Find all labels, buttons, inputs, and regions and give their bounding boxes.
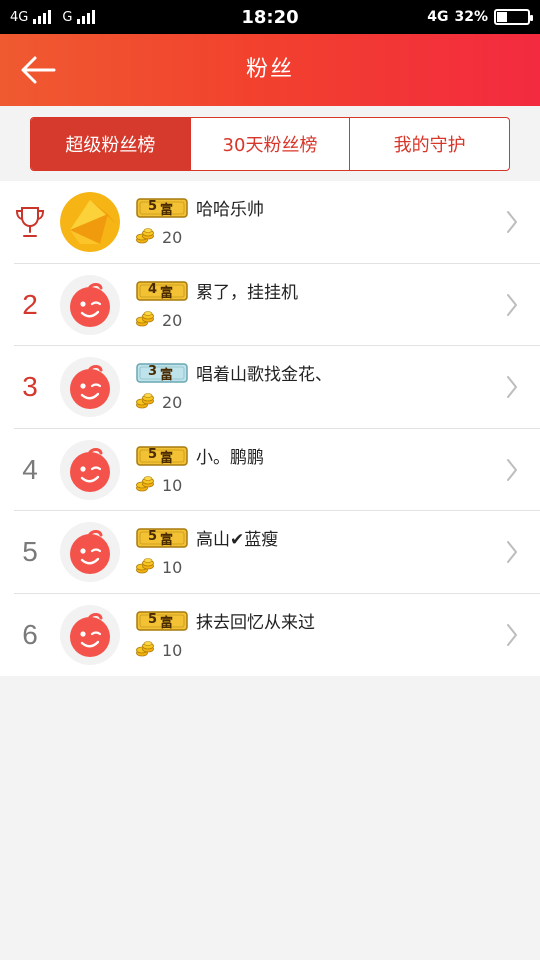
page-title: 粉丝 <box>245 57 294 82</box>
fan-nickname: 高山✔蓝瘦 <box>196 530 279 550</box>
badge-text: 富 <box>160 450 174 466</box>
contribution-count: 20 <box>162 228 183 247</box>
rank-number: 4 <box>22 453 38 485</box>
fan-row[interactable]: 3 3 富唱着山歌找金花、 20 <box>0 346 540 429</box>
chevron-right-icon <box>507 376 517 398</box>
fan-row[interactable]: 6 5 富抹去回忆从来过 10 <box>0 594 540 677</box>
wealth-level-badge: 5富 <box>136 610 188 631</box>
battery-fill <box>497 12 507 22</box>
app-header: 粉丝 <box>0 34 540 106</box>
row-chevron <box>506 210 518 234</box>
row-chevron <box>506 623 518 647</box>
fan-row[interactable]: 5 富哈哈乐帅 20 <box>0 181 540 264</box>
coin-icon-wrap <box>136 393 154 409</box>
badge-text: 富 <box>160 203 174 218</box>
chevron-right-icon <box>507 293 517 316</box>
badge-level: 5 <box>148 199 158 214</box>
fan-row[interactable]: 4 5 富小。鹏鹏 10 <box>0 429 540 511</box>
signal-icon-2 <box>77 10 96 24</box>
wealth-level-badge: 5富 <box>136 528 188 548</box>
chevron-right-icon <box>507 623 517 646</box>
coin-icon-wrap <box>136 310 154 327</box>
badge-level: 5 <box>148 611 158 627</box>
avatar[interactable] <box>60 192 120 252</box>
status-bar: 4G G 18:20 4G 32% <box>0 0 540 34</box>
badge-text: 富 <box>160 533 174 548</box>
coin-icon-wrap <box>136 640 154 657</box>
avatar[interactable] <box>60 522 120 582</box>
contribution-count: 10 <box>162 475 183 495</box>
signal-icon <box>33 10 52 24</box>
row-chevron <box>506 293 518 317</box>
wealth-level-badge: 3富 <box>136 363 188 383</box>
badge-level: 4 <box>148 281 158 297</box>
network-type-1: 4G <box>10 9 29 25</box>
wealth-level-badge: 5富 <box>136 198 188 218</box>
avatar[interactable] <box>60 439 120 500</box>
fan-list: 5 富哈哈乐帅 20 2 4 富累了，挂挂机 20 3 3 富唱着山歌找金花、 20 4 5 富小。鹏鹏 1… <box>0 181 540 676</box>
rank-number <box>0 181 60 263</box>
fan-nickname: 抹去回忆从来过 <box>196 612 315 633</box>
contribution-count: 20 <box>162 393 183 412</box>
contribution-count: 20 <box>162 310 183 330</box>
battery-percent: 32% <box>454 9 488 25</box>
rank-number: 2 <box>22 288 38 320</box>
network-type-2: G <box>62 9 73 25</box>
contribution-count: 10 <box>162 640 183 660</box>
tab-super-fans[interactable]: 超级粉丝榜 <box>31 118 190 170</box>
tab-30-day-fans[interactable]: 30天粉丝榜 <box>189 118 350 170</box>
avatar[interactable] <box>60 604 120 665</box>
fan-nickname: 小。鹏鹏 <box>196 447 264 468</box>
coin-icon <box>136 310 154 326</box>
tabs-container: 超级粉丝榜 30天粉丝榜 我的守护 <box>0 106 540 180</box>
coin-icon-wrap <box>136 558 154 574</box>
status-left: 4G G <box>10 9 96 25</box>
rank-number: 6 <box>22 618 38 650</box>
tab-my-guard[interactable]: 我的守护 <box>349 118 509 170</box>
status-right: 4G 32% <box>427 9 533 25</box>
badge-level: 5 <box>148 529 158 544</box>
avatar[interactable] <box>60 357 120 417</box>
badge-text: 富 <box>160 285 174 301</box>
coin-icon <box>136 228 154 244</box>
row-chevron <box>506 375 518 399</box>
row-chevron <box>506 458 518 482</box>
wealth-level-badge: 4富 <box>136 280 188 301</box>
rank-number: 5 <box>22 536 38 567</box>
wealth-level-badge: 5富 <box>136 445 188 466</box>
fan-row[interactable]: 5 5 富高山✔蓝瘦 10 <box>0 511 540 594</box>
fan-row[interactable]: 2 4 富累了，挂挂机 20 <box>0 264 540 346</box>
coin-icon-wrap <box>136 228 154 244</box>
fan-nickname: 哈哈乐帅 <box>196 200 264 220</box>
trophy-icon <box>15 207 45 237</box>
badge-level: 5 <box>148 446 158 462</box>
row-chevron <box>506 540 518 564</box>
coin-icon <box>136 640 154 656</box>
fan-nickname: 累了，挂挂机 <box>196 282 298 303</box>
chevron-right-icon <box>507 541 517 563</box>
badge-level: 3 <box>148 364 158 379</box>
coin-icon <box>136 393 154 409</box>
network-type-3: 4G <box>427 9 449 25</box>
badge-text: 富 <box>160 368 174 383</box>
chevron-right-icon <box>507 458 517 481</box>
contribution-count: 10 <box>162 558 183 577</box>
coin-icon <box>136 475 154 491</box>
chevron-right-icon <box>507 211 517 233</box>
coin-icon-wrap <box>136 475 154 492</box>
badge-text: 富 <box>160 615 174 631</box>
rank-number: 3 <box>22 371 38 402</box>
battery-icon <box>494 9 533 25</box>
coin-icon <box>136 558 154 574</box>
fan-nickname: 唱着山歌找金花、 <box>196 365 332 385</box>
avatar[interactable] <box>60 274 120 335</box>
tab-bar: 超级粉丝榜 30天粉丝榜 我的守护 <box>30 117 510 171</box>
